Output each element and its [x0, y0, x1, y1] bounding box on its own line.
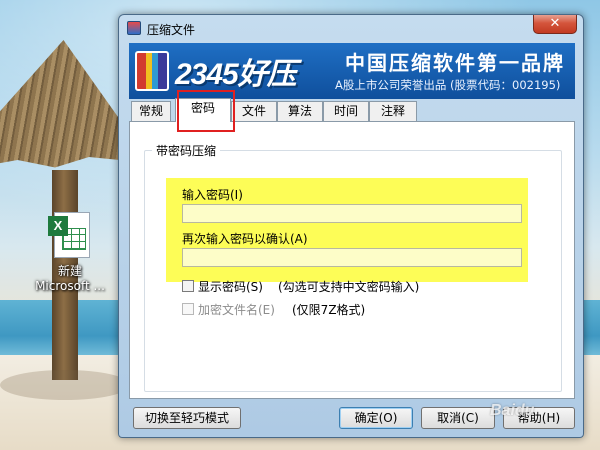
confirm-password-input[interactable]: [182, 248, 522, 267]
encrypt-filenames-hint: (仅限7Z格式): [292, 303, 366, 317]
encrypt-filenames-label[interactable]: 加密文件名(E): [198, 301, 275, 318]
compress-dialog: 压缩文件 ✕ 2345好压 中国压缩软件第一品牌 A股上市公司荣誉出品 (股票代…: [118, 14, 584, 438]
switch-light-mode-button[interactable]: 切换至轻巧模式: [133, 407, 241, 429]
title-bar[interactable]: 压缩文件 ✕: [119, 15, 583, 43]
close-button[interactable]: ✕: [533, 15, 577, 34]
enter-password-label: 输入密码(I): [182, 188, 243, 202]
ok-button[interactable]: 确定(O): [339, 407, 413, 429]
excel-file-icon: X: [48, 212, 92, 260]
archive-logo-icon: [135, 51, 169, 91]
tab-general[interactable]: 常规: [131, 101, 171, 121]
brand-listing: A股上市公司荣誉出品 (股票代码：002195): [335, 78, 561, 92]
confirm-password-label: 再次输入密码以确认(A): [182, 232, 308, 246]
password-group-title: 带密码压缩: [152, 142, 221, 159]
app-icon: [127, 21, 141, 35]
desktop-icon-label-line2: Microsoft ...: [35, 279, 105, 293]
desktop-icon-new-excel[interactable]: X 新建 Microsoft ...: [30, 212, 110, 294]
desktop-icon-label-line1: 新建: [57, 264, 82, 278]
tab-comment[interactable]: 注释: [369, 101, 417, 121]
password-input[interactable]: [182, 204, 522, 223]
beach-hut-shadow: [0, 370, 130, 400]
show-password-checkbox[interactable]: [182, 280, 194, 292]
brand-logo-text: 2345好压: [175, 58, 297, 91]
baidu-watermark: Baidu: [490, 402, 535, 419]
encrypt-filenames-checkbox[interactable]: [182, 303, 194, 315]
brand-slogan: 中国压缩软件第一品牌: [345, 51, 565, 75]
password-tab-panel: 带密码压缩 输入密码(I) 再次输入密码以确认(A) 显示密码(S) (勾选可支…: [129, 121, 575, 399]
annotation-red-box: [177, 90, 235, 132]
window-title: 压缩文件: [147, 23, 196, 37]
tab-files[interactable]: 文件: [231, 101, 277, 121]
desktop-icon-label: 新建 Microsoft ...: [30, 264, 110, 294]
cancel-button[interactable]: 取消(C): [421, 407, 495, 429]
show-password-label[interactable]: 显示密码(S): [198, 278, 263, 295]
show-password-hint: (勾选可支持中文密码输入): [278, 280, 420, 294]
excel-badge: X: [48, 216, 68, 236]
tab-time[interactable]: 时间: [323, 101, 369, 121]
tab-algorithm[interactable]: 算法: [277, 101, 323, 121]
